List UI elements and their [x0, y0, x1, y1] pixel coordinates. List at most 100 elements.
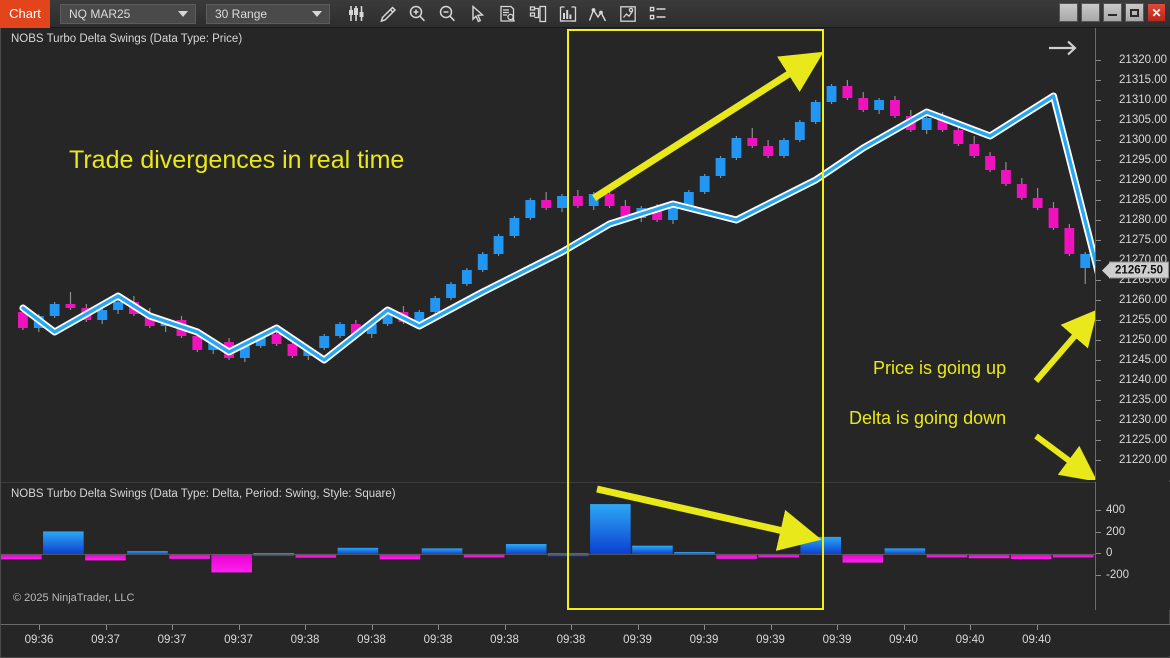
last-price-marker: 21267.50 [1109, 261, 1169, 279]
axis-tick [504, 625, 506, 630]
indicators-icon[interactable] [554, 2, 581, 26]
uptrend-arrow [592, 51, 824, 201]
axis-tick [1096, 200, 1101, 201]
axis-tick [105, 625, 107, 630]
price-axis[interactable]: 21320.00 21315.00 21310.00 21305.00 21300.00… [1095, 28, 1170, 480]
strategies-icon[interactable] [584, 2, 611, 26]
time-axis-label: 09:39 [756, 634, 785, 646]
price-axis-label: 21315.00 [1119, 74, 1167, 86]
axis-tick [1096, 320, 1101, 321]
price-axis-label: 21295.00 [1119, 154, 1167, 166]
time-axis[interactable]: 09:36 09:37 09:37 09:37 09:38 09:38 09:38 09:38… [1, 624, 1170, 656]
axis-tick [1096, 140, 1101, 141]
toolbar-icon-group [344, 2, 671, 26]
close-button[interactable]: ✕ [1147, 3, 1166, 22]
axis-tick [1096, 400, 1101, 401]
maximize-button[interactable] [1125, 3, 1144, 22]
chevron-down-icon [312, 10, 322, 17]
axis-tick [1096, 460, 1101, 461]
axis-tick [39, 625, 40, 630]
axis-tick [1096, 380, 1101, 381]
price-plot [18, 80, 1095, 364]
headline-annotation: Trade divergences in real time [69, 146, 405, 174]
close-icon: ✕ [1151, 5, 1162, 20]
price-axis-label: 21235.00 [1119, 394, 1167, 406]
bar-chart-icon[interactable] [344, 2, 371, 26]
axis-tick [1036, 625, 1038, 630]
time-axis-label: 09:40 [1022, 634, 1051, 646]
time-axis-label: 09:38 [357, 634, 386, 646]
copyright-text: © 2025 NinjaTrader, LLC [13, 592, 135, 604]
delta-annotation-arrow [596, 485, 822, 551]
list-icon[interactable] [644, 2, 671, 26]
axis-tick [1096, 553, 1101, 555]
window-button-blank-1[interactable] [1059, 3, 1078, 22]
price-axis-label: 21225.00 [1119, 434, 1167, 446]
axis-tick [970, 625, 971, 630]
price-up-arrow [1033, 309, 1095, 383]
price-axis-label: 21245.00 [1119, 354, 1167, 366]
price-axis-label: 21260.00 [1119, 294, 1167, 306]
instrument-value: NQ MAR25 [69, 6, 131, 21]
maximize-icon [1130, 8, 1139, 17]
cursor-icon[interactable] [464, 2, 491, 26]
main-toolbar: Chart NQ MAR25 30 Range ✕ [0, 0, 1170, 28]
time-axis-label: 09:38 [490, 634, 519, 646]
delta-down-arrow [1034, 433, 1095, 480]
axis-tick [1096, 575, 1101, 577]
delta-axis-label: -200 [1106, 569, 1130, 582]
arrow-right-icon[interactable] [1047, 38, 1079, 63]
axis-tick [438, 625, 439, 630]
delta-plot [1, 504, 1095, 573]
time-axis-label: 09:39 [623, 634, 652, 646]
zoom-in-icon[interactable] [404, 2, 431, 26]
axis-tick [1096, 60, 1101, 61]
price-axis-label: 21305.00 [1119, 114, 1167, 126]
price-axis-label: 21285.00 [1119, 194, 1167, 206]
axis-tick [1096, 240, 1101, 241]
time-axis-label: 09:38 [423, 634, 453, 646]
zoom-out-icon[interactable] [434, 2, 461, 26]
delta-panel-label: NOBS Turbo Delta Swings (Data Type: Delt… [11, 488, 396, 500]
delta-axis-label: 0 [1106, 547, 1113, 560]
axis-tick [1096, 440, 1101, 441]
window-button-blank-2[interactable] [1081, 3, 1100, 22]
axis-tick [1096, 420, 1101, 421]
axis-tick [1096, 360, 1101, 361]
interval-selector[interactable]: 30 Range [206, 3, 330, 24]
axis-tick [1096, 180, 1101, 181]
price-axis-label: 21290.00 [1119, 174, 1167, 186]
delta-note-annotation: Delta is going down [849, 408, 1007, 428]
chart-trader-icon[interactable] [524, 2, 551, 26]
chart-container[interactable]: NOBS Turbo Delta Swings (Data Type: Pric… [0, 28, 1170, 658]
minimize-icon [1108, 14, 1117, 16]
price-panel[interactable]: NOBS Turbo Delta Swings (Data Type: Pric… [1, 28, 1095, 480]
axis-tick [770, 625, 772, 630]
delta-axis[interactable]: 400 200 0 -200 [1095, 482, 1170, 610]
price-axis-label: 21300.00 [1119, 134, 1167, 146]
chart-tab[interactable]: Chart [0, 0, 50, 28]
time-axis-label: 09:40 [955, 634, 985, 646]
minimize-button[interactable] [1103, 3, 1122, 22]
axis-tick [305, 625, 306, 630]
price-annotation-arrows [592, 51, 1095, 480]
delta-panel[interactable]: NOBS Turbo Delta Swings (Data Type: Delt… [1, 482, 1095, 610]
data-box-icon[interactable] [494, 2, 521, 26]
axis-tick [371, 625, 373, 630]
time-axis-label: 09:37 [224, 634, 253, 646]
price-axis-label: 21240.00 [1119, 374, 1167, 386]
axis-tick [1096, 509, 1101, 511]
axis-tick [1096, 100, 1101, 101]
time-axis-label: 09:39 [822, 634, 852, 646]
instrument-selector[interactable]: NQ MAR25 [60, 3, 196, 24]
chart-tab-label: Chart [9, 6, 41, 21]
axis-tick [637, 625, 639, 630]
axis-tick [172, 625, 173, 630]
axis-tick [1096, 260, 1101, 261]
time-axis-label: 09:38 [290, 634, 320, 646]
pencil-icon[interactable] [374, 2, 401, 26]
axis-tick [903, 625, 905, 630]
properties-icon[interactable] [614, 2, 641, 26]
time-axis-label: 09:37 [157, 634, 187, 646]
price-axis-label: 21255.00 [1119, 314, 1167, 326]
